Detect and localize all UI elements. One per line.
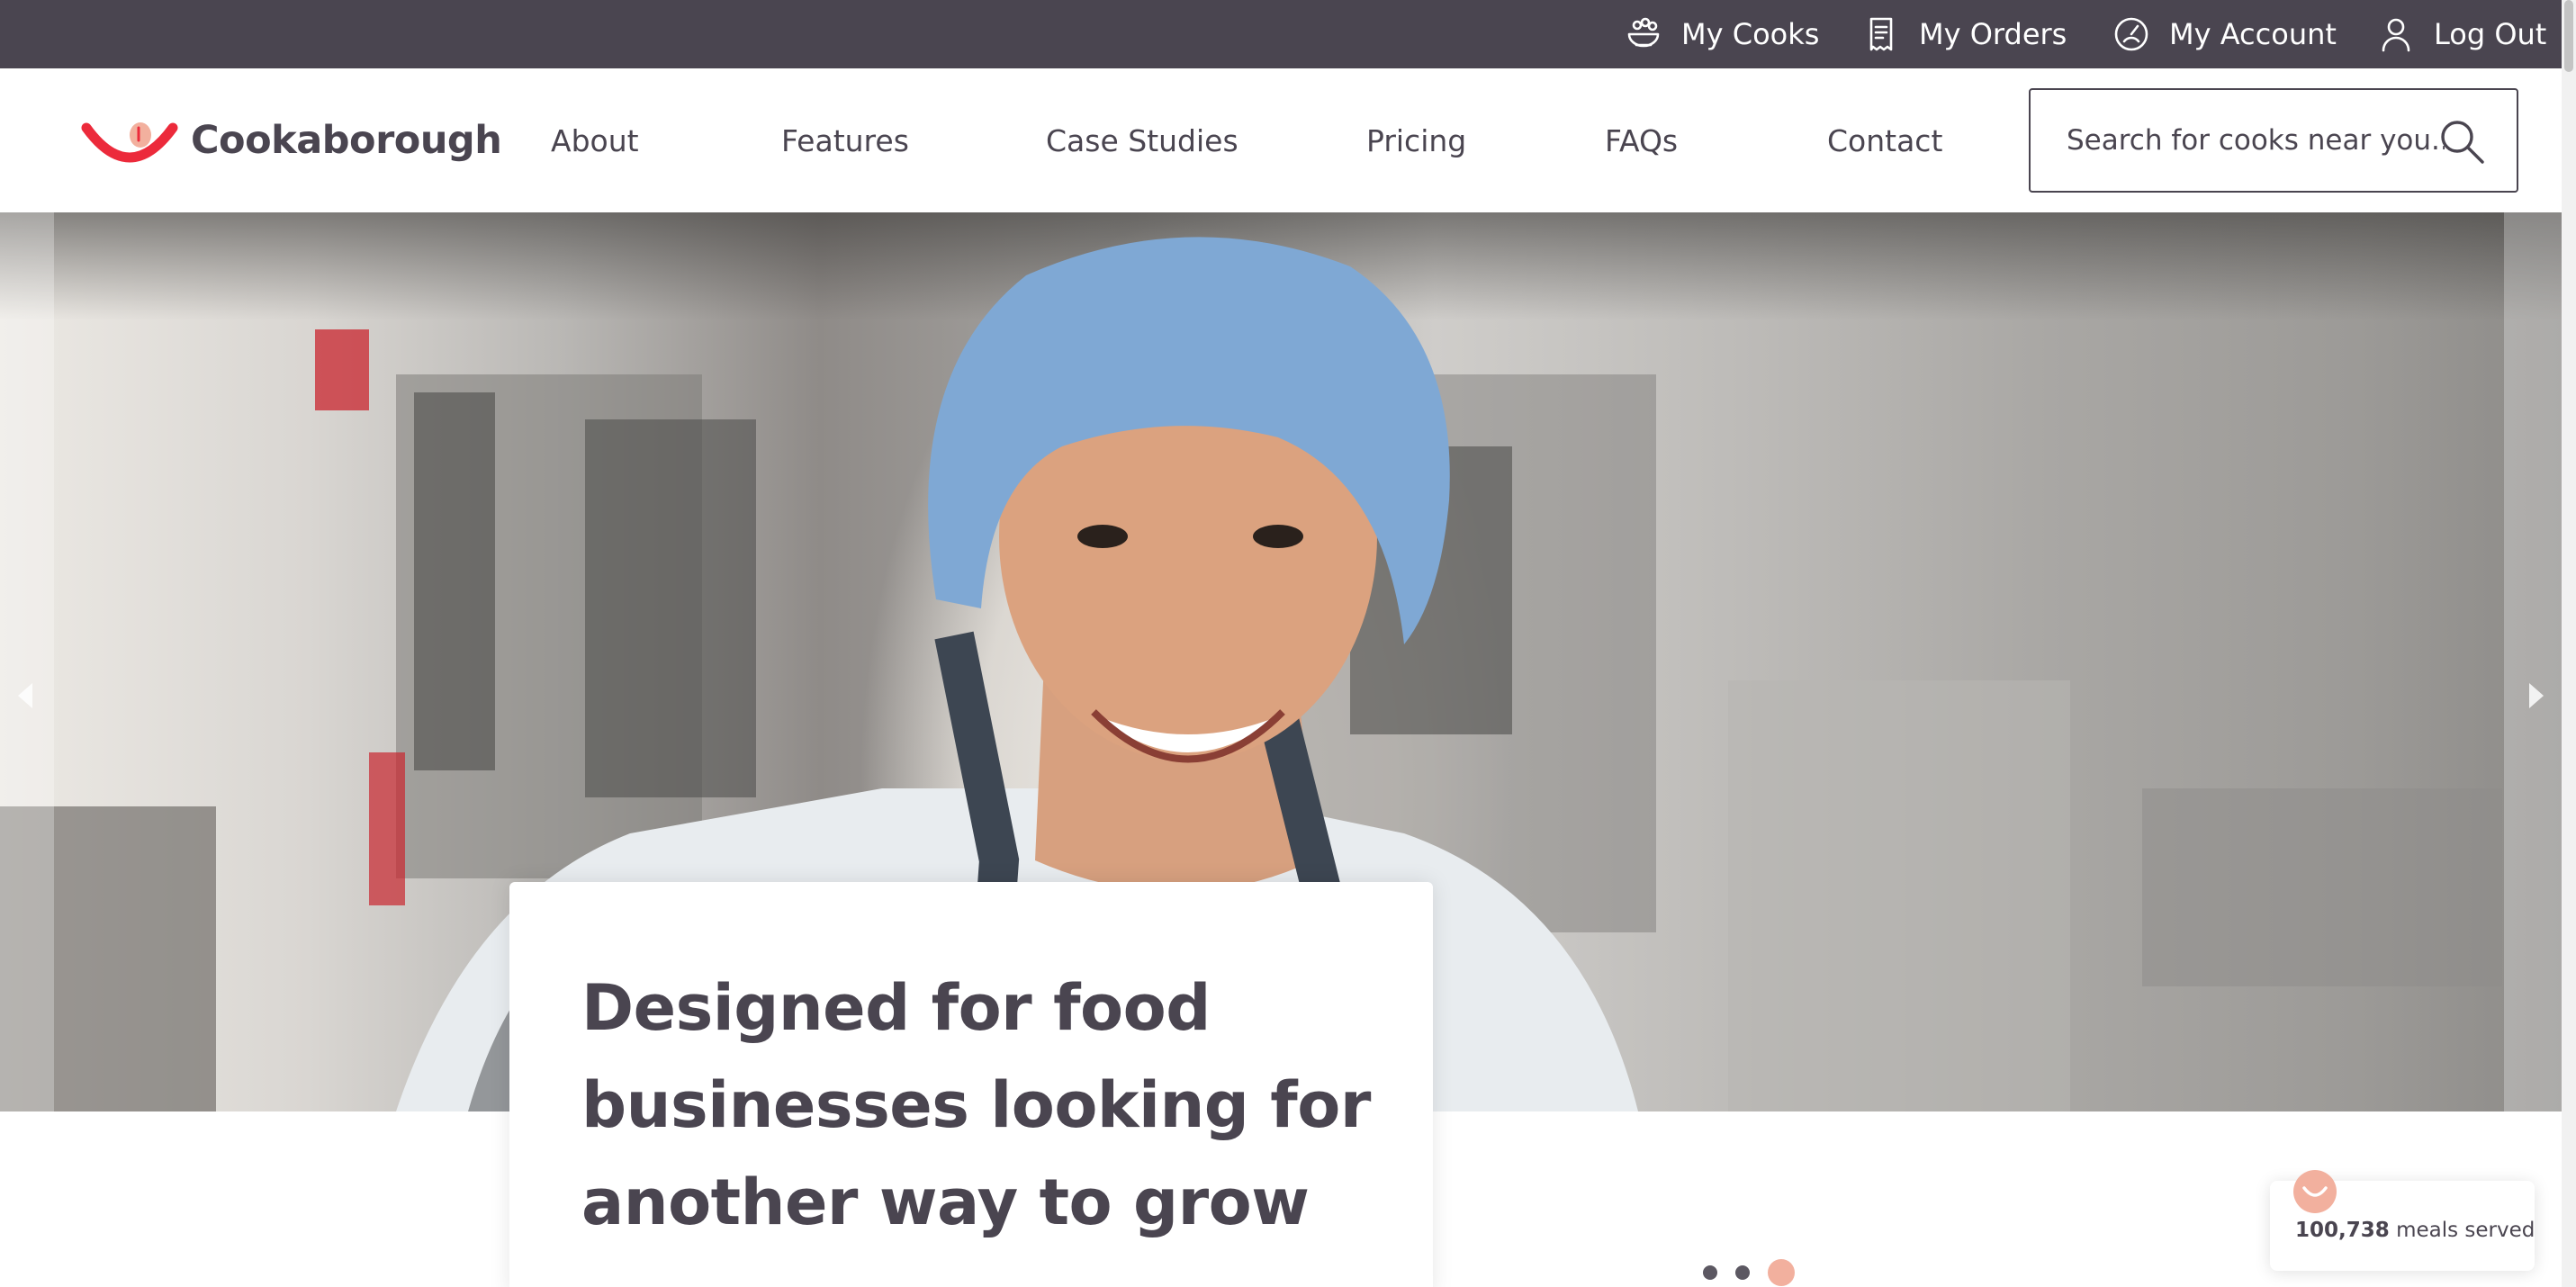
hero-edge-right	[2504, 212, 2562, 1112]
headline-line-3: another way to grow	[581, 1166, 1310, 1239]
my-account-link[interactable]: My Account	[2112, 0, 2337, 68]
meals-served-widget: 100,738 meals served	[2270, 1170, 2535, 1271]
nav-case-studies[interactable]: Case Studies	[1046, 68, 1238, 212]
headline-line-1: Designed for food	[581, 971, 1211, 1045]
smile-badge-icon	[2293, 1170, 2337, 1213]
utility-bar: My Cooks My Orders My Account Log Out	[0, 0, 2562, 68]
smile-logo-icon	[81, 122, 178, 163]
scrollbar-thumb[interactable]	[2564, 0, 2573, 72]
carousel-dot-active[interactable]	[1768, 1259, 1795, 1286]
carousel-dots	[1703, 1259, 1795, 1286]
carousel-dot[interactable]	[1703, 1265, 1717, 1280]
cookaborough-logo[interactable]: Cookaborough	[81, 113, 502, 167]
hero-edge-left	[0, 212, 54, 1112]
meals-served-text: 100,738 meals served	[2295, 1219, 2535, 1242]
search-input[interactable]	[2067, 124, 2445, 157]
nav-contact[interactable]: Contact	[1827, 68, 1942, 212]
headline-line-2: businesses looking for	[581, 1068, 1371, 1142]
my-account-label: My Account	[2169, 17, 2337, 51]
hero-headline-card: Designed for food businesses looking for…	[509, 882, 1433, 1287]
log-out-label: Log Out	[2434, 17, 2547, 51]
search-icon[interactable]	[2437, 117, 2486, 166]
chevron-right-icon	[2529, 683, 2544, 708]
my-cooks-link[interactable]: My Cooks	[1624, 0, 1819, 68]
user-icon	[2382, 18, 2410, 52]
carousel-prev-arrow[interactable]	[7, 673, 43, 718]
chevron-left-icon	[18, 683, 32, 708]
nav-features[interactable]: Features	[781, 68, 909, 212]
my-orders-link[interactable]: My Orders	[1861, 0, 2067, 68]
nav-pricing[interactable]: Pricing	[1366, 68, 1466, 212]
hero-headline: Designed for food businesses looking for…	[581, 959, 1410, 1251]
account-gauge-icon	[2114, 17, 2148, 51]
my-cooks-label: My Cooks	[1681, 17, 1820, 51]
carousel-next-arrow[interactable]	[2518, 673, 2554, 718]
carousel-dot[interactable]	[1735, 1265, 1750, 1280]
nav-faqs[interactable]: FAQs	[1605, 68, 1678, 212]
log-out-link[interactable]: Log Out	[2376, 0, 2546, 68]
nav-about[interactable]: About	[551, 68, 639, 212]
cook-bowl-icon	[1627, 17, 1660, 48]
logo-text: Cookaborough	[191, 118, 502, 163]
meals-count: 100,738	[2295, 1219, 2390, 1242]
receipt-icon	[1869, 17, 1893, 51]
main-header: Cookaborough About Features Case Studies…	[0, 68, 2562, 212]
meals-label: meals served	[2396, 1219, 2535, 1242]
search-box	[2029, 88, 2518, 193]
my-orders-label: My Orders	[1919, 17, 2067, 51]
page-scrollbar[interactable]	[2562, 0, 2576, 1287]
